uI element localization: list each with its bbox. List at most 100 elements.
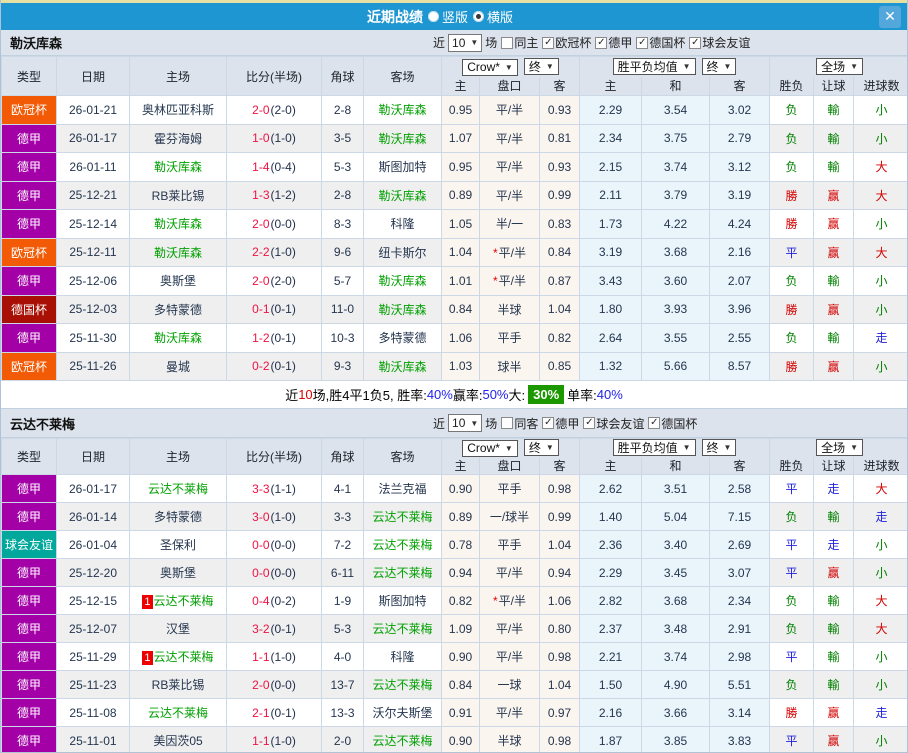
recent-count-select[interactable]: 10 ▼ bbox=[448, 414, 483, 432]
cell-result-wdl: 负 bbox=[769, 152, 815, 182]
cell-home-team[interactable]: 勒沃库森 bbox=[129, 152, 227, 182]
cell-away-team[interactable]: 法兰克福 bbox=[363, 474, 442, 503]
cell-home-team[interactable]: 汉堡 bbox=[129, 614, 227, 643]
cell-result-goals: 大 bbox=[853, 586, 907, 615]
cell-away-team[interactable]: 科隆 bbox=[363, 209, 442, 239]
cell-home-team[interactable]: 勒沃库森 bbox=[129, 323, 227, 353]
cell-away-team[interactable]: 科隆 bbox=[363, 642, 442, 671]
cell-odds-home-win: 3.19 bbox=[579, 237, 643, 267]
cell-result-goals: 小 bbox=[853, 642, 907, 671]
table-row: 球会友谊 26-01-04 圣保利 0-0(0-0) 7-2 云达不莱梅 0.78 平手 1.0… bbox=[1, 530, 907, 559]
league-filter-checkbox[interactable]: ✓ 德甲 bbox=[542, 415, 579, 432]
final-odds-select[interactable]: 终 ▼ bbox=[523, 439, 559, 456]
league-filter-checkbox[interactable]: ✓ 德国杯 bbox=[636, 34, 685, 51]
cell-away-team[interactable]: 云达不莱梅 bbox=[363, 502, 442, 531]
cell-away-team[interactable]: 沃尔夫斯堡 bbox=[363, 698, 442, 727]
fulltime-score: 0-0 bbox=[252, 565, 270, 580]
fulltime-select[interactable]: 全场 ▼ bbox=[816, 439, 864, 457]
final-wdl-select[interactable]: 终 ▼ bbox=[701, 439, 737, 457]
cell-away-team[interactable]: 纽卡斯尔 bbox=[363, 237, 442, 267]
cell-corners: 2-0 bbox=[321, 726, 364, 752]
cell-home-team[interactable]: 美因茨05 bbox=[129, 726, 227, 752]
league-filter-checkbox[interactable]: 同客 bbox=[501, 415, 538, 432]
cell-away-team[interactable]: 多特蒙德 bbox=[363, 323, 442, 353]
odds-provider-select[interactable]: Crow* ▼ bbox=[462, 439, 518, 457]
league-filter-checkbox[interactable]: ✓ 德甲 bbox=[595, 34, 632, 51]
cell-away-team[interactable]: 勒沃库森 bbox=[363, 123, 442, 153]
recent-count-select[interactable]: 10 ▼ bbox=[448, 33, 483, 52]
cell-result-handicap: 輸 bbox=[813, 642, 855, 671]
away-team-name: 斯图加特 bbox=[378, 160, 427, 175]
cell-home-team[interactable]: 奥林匹亚科斯 bbox=[129, 95, 227, 125]
cell-home-team[interactable]: 多特蒙德 bbox=[129, 502, 227, 531]
cell-home-team[interactable]: 1 云达不莱梅 bbox=[129, 642, 227, 671]
result-group-header: 全场 ▼ bbox=[769, 56, 907, 77]
final-wdl-select[interactable]: 终 ▼ bbox=[701, 58, 737, 76]
cell-score: 1-2(0-1) bbox=[226, 323, 322, 353]
chevron-down-icon: ▼ bbox=[504, 62, 513, 72]
checkbox-label: 同客 bbox=[514, 416, 539, 431]
filters: 近 10 ▼ 场 同主 ✓ 欧冠杯 ✓ 德甲 ✓ 德国杯 ✓ 球会友谊 bbox=[433, 33, 750, 52]
cell-home-team[interactable]: 曼城 bbox=[129, 351, 227, 381]
cell-away-team[interactable]: 斯图加特 bbox=[363, 152, 442, 182]
wdl-average-select[interactable]: 胜平负均值 ▼ bbox=[612, 439, 696, 457]
cell-handicap-away-odds: 0.97 bbox=[538, 698, 581, 727]
home-team-name: 云达不莱梅 bbox=[153, 594, 214, 608]
cell-home-team[interactable]: 多特蒙德 bbox=[129, 294, 227, 324]
league-filter-checkbox[interactable]: 同主 bbox=[501, 34, 538, 51]
cell-home-team[interactable]: 霍芬海姆 bbox=[129, 123, 227, 153]
cell-away-team[interactable]: 云达不莱梅 bbox=[363, 614, 442, 643]
close-icon[interactable]: ✕ bbox=[879, 5, 901, 28]
cell-away-team[interactable]: 云达不莱梅 bbox=[363, 726, 442, 752]
cell-date: 25-11-08 bbox=[56, 698, 130, 727]
sub-header-handicap-line: 盘口 bbox=[479, 456, 540, 475]
cell-score: 0-0(0-0) bbox=[226, 558, 322, 587]
summary-text: 10 bbox=[298, 387, 313, 402]
cell-score: 1-3(1-2) bbox=[226, 180, 322, 210]
league-filter-checkbox[interactable]: ✓ 球会友谊 bbox=[583, 415, 644, 432]
cell-home-team[interactable]: 云达不莱梅 bbox=[129, 698, 227, 727]
cell-home-team[interactable]: 奥斯堡 bbox=[129, 266, 227, 296]
cell-home-team[interactable]: RB莱比锡 bbox=[129, 180, 227, 210]
cell-away-team[interactable]: 勒沃库森 bbox=[363, 95, 442, 125]
cell-odds-draw: 3.68 bbox=[641, 237, 711, 267]
cell-home-team[interactable]: 圣保利 bbox=[129, 530, 227, 559]
cell-away-team[interactable]: 云达不莱梅 bbox=[363, 558, 442, 587]
radio-horizontal-layout[interactable]: 横版 bbox=[473, 7, 513, 26]
league-filter-checkbox[interactable]: ✓ 欧冠杯 bbox=[542, 34, 591, 51]
cell-handicap-away-odds: 0.81 bbox=[538, 123, 581, 153]
cell-away-team[interactable]: 勒沃库森 bbox=[363, 180, 442, 210]
fulltime-score: 1-0 bbox=[252, 131, 270, 146]
cell-handicap-away-odds: 0.99 bbox=[538, 502, 581, 531]
cell-home-team[interactable]: 1 云达不莱梅 bbox=[129, 586, 227, 615]
cell-away-team[interactable]: 勒沃库森 bbox=[363, 266, 442, 296]
cell-home-team[interactable]: 奥斯堡 bbox=[129, 558, 227, 587]
league-filter-checkbox[interactable]: ✓ 球会友谊 bbox=[689, 34, 750, 51]
cell-home-team[interactable]: RB莱比锡 bbox=[129, 670, 227, 699]
col-header-corner: 角球 bbox=[321, 438, 364, 475]
halftime-score: (0-0) bbox=[270, 565, 296, 580]
cell-away-team[interactable]: 勒沃库森 bbox=[363, 294, 442, 324]
cell-home-team[interactable]: 勒沃库森 bbox=[129, 237, 227, 267]
cell-result-handicap: 輸 bbox=[813, 323, 855, 353]
odds-provider-select[interactable]: Crow* ▼ bbox=[462, 58, 518, 76]
wdl-average-select[interactable]: 胜平负均值 ▼ bbox=[612, 58, 696, 76]
cell-away-team[interactable]: 云达不莱梅 bbox=[363, 530, 442, 559]
cell-home-team[interactable]: 云达不莱梅 bbox=[129, 474, 227, 503]
radio-vertical-layout[interactable]: 竖版 bbox=[427, 7, 468, 26]
league-filter-checkbox[interactable]: ✓ 德国杯 bbox=[648, 415, 697, 432]
fulltime-score: 1-1 bbox=[252, 649, 270, 664]
final-odds-select[interactable]: 终 ▼ bbox=[523, 58, 559, 75]
cell-away-team[interactable]: 云达不莱梅 bbox=[363, 670, 442, 699]
fulltime-select[interactable]: 全场 ▼ bbox=[816, 58, 864, 76]
cell-away-team[interactable]: 斯图加特 bbox=[363, 586, 442, 615]
away-team-name: 云达不莱梅 bbox=[372, 538, 433, 552]
cell-odds-home-win: 2.16 bbox=[579, 698, 643, 727]
cell-score: 0-4(0-2) bbox=[226, 586, 322, 615]
fulltime-score: 2-0 bbox=[252, 216, 270, 231]
cell-away-team[interactable]: 勒沃库森 bbox=[363, 351, 442, 381]
halftime-score: (0-1) bbox=[270, 302, 296, 317]
sub-header-wdl-home: 主 bbox=[579, 456, 643, 475]
home-team-name: RB莱比锡 bbox=[151, 188, 205, 203]
cell-home-team[interactable]: 勒沃库森 bbox=[129, 209, 227, 239]
